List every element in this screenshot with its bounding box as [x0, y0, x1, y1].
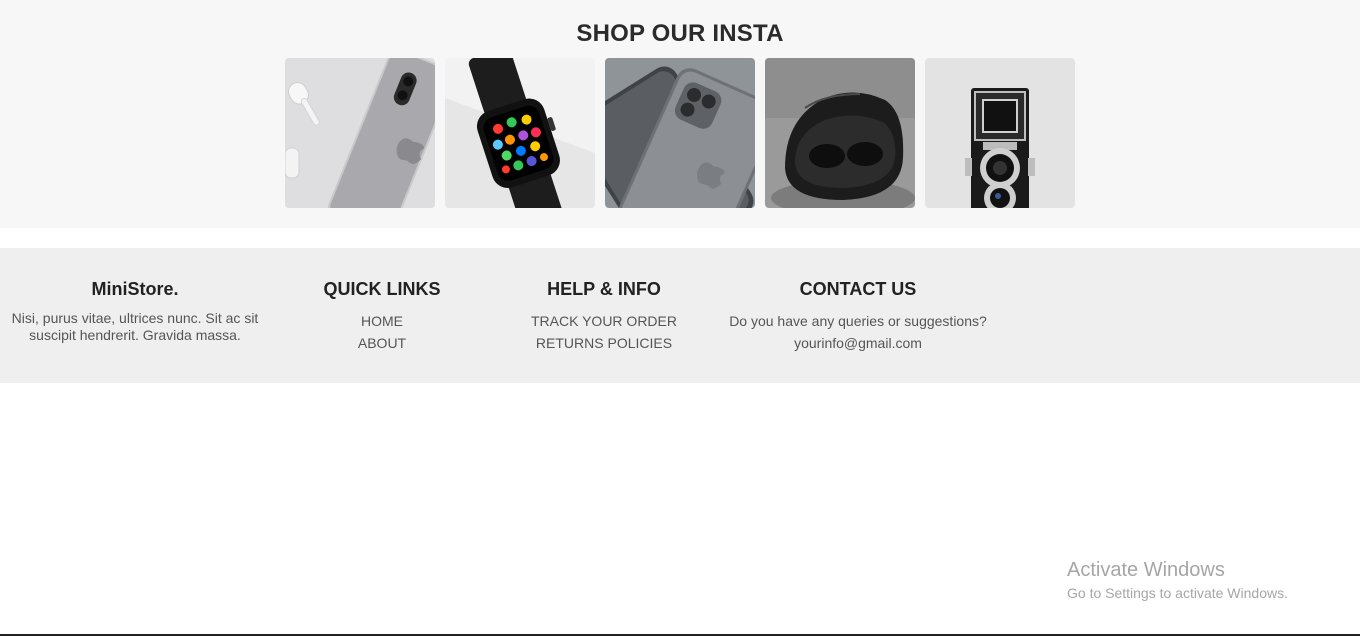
footer-link-track-order[interactable]: TRACK YOUR ORDER	[504, 310, 704, 332]
footer-help-info: HELP & INFO TRACK YOUR ORDER RETURNS POL…	[504, 278, 704, 354]
site-footer: MiniStore. Nisi, purus vitae, ultrices n…	[0, 248, 1360, 383]
instagram-gallery	[285, 58, 1075, 208]
brand-title: MiniStore.	[91, 279, 179, 299]
footer-link-returns-policies[interactable]: RETURNS POLICIES	[504, 332, 704, 354]
instagram-title: SHOP OUR INSTA	[576, 20, 784, 47]
watermark-title: Activate Windows	[1067, 559, 1225, 581]
insta-image-smartwatch[interactable]	[445, 58, 595, 208]
insta-image-iphone-pro[interactable]	[605, 58, 755, 208]
brand-description: Nisi, purus vitae, ultrices nunc. Sit ac…	[11, 310, 259, 343]
vintage-camera-photo	[925, 58, 1075, 208]
insta-image-vintage-camera[interactable]	[925, 58, 1075, 208]
contact-question: Do you have any queries or suggestions?	[729, 313, 987, 329]
insta-image-iphone-airpods[interactable]	[285, 58, 435, 208]
help-info-title: HELP & INFO	[547, 279, 661, 299]
smartwatch-photo	[445, 58, 595, 208]
earbuds-case-photo	[765, 58, 915, 208]
footer-brand: MiniStore. Nisi, purus vitae, ultrices n…	[5, 278, 265, 344]
contact-email-link[interactable]: yourinfo@gmail.com	[708, 332, 1008, 354]
iphone-pro-photo	[605, 58, 755, 208]
footer-link-about[interactable]: ABOUT	[302, 332, 462, 354]
quick-links-title: QUICK LINKS	[323, 279, 441, 299]
instagram-section: SHOP OUR INSTA	[0, 0, 1360, 228]
watermark-subtitle: Go to Settings to activate Windows.	[1067, 585, 1288, 601]
footer-quick-links: QUICK LINKS HOME ABOUT	[302, 278, 462, 354]
iphone-and-airpods-photo	[285, 58, 435, 208]
contact-title: CONTACT US	[799, 279, 917, 299]
footer-contact: CONTACT US Do you have any queries or su…	[708, 278, 1008, 354]
activate-windows-watermark: Activate Windows Go to Settings to activ…	[1067, 558, 1288, 604]
insta-image-earbuds[interactable]	[765, 58, 915, 208]
footer-link-home[interactable]: HOME	[302, 310, 462, 332]
